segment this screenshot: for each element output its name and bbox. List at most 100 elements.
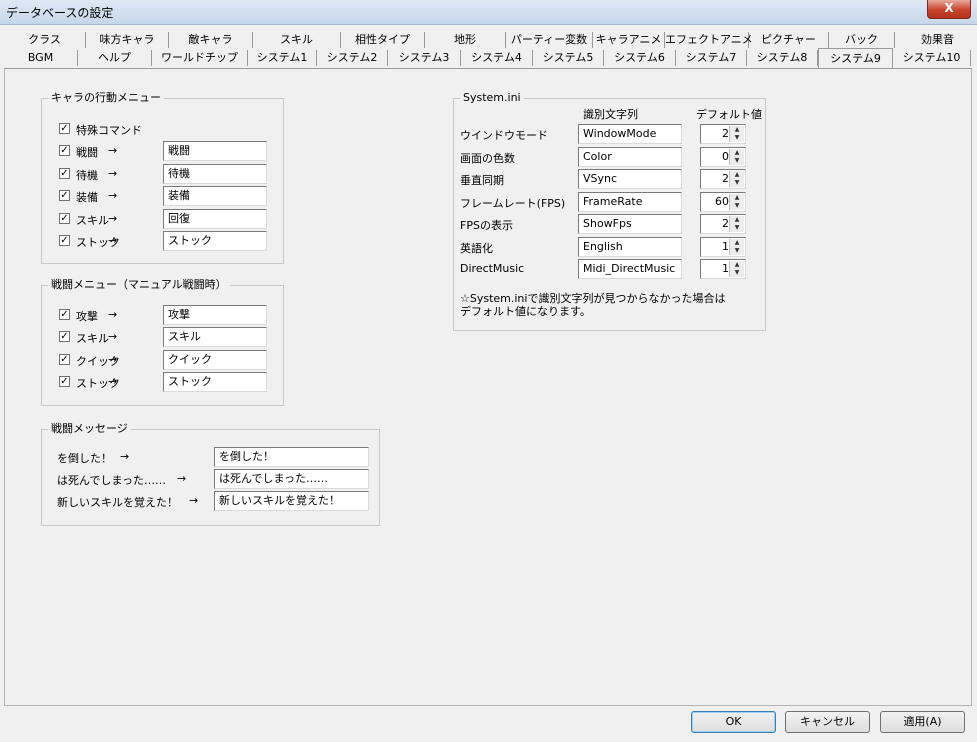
message-label-1: は死んでしまった…… [57,474,167,487]
tab-row2-7[interactable]: システム5 [533,50,604,66]
battle_menu-checkbox-3[interactable]: ✓ [59,375,70,387]
battle_menu-label-1: スキル [76,332,109,346]
tab-row1-4[interactable]: 相性タイプ [341,32,425,48]
tab-row1-2[interactable]: 敵キャラ [169,32,253,48]
system-ini-note-line2: デフォルト値になります。 [460,305,591,318]
spin-down-icon[interactable]: ▼ [730,224,744,232]
ini-default-value-2: 2 [722,172,729,185]
tab-row2-3[interactable]: システム1 [248,50,317,66]
ini-default-spinner-1[interactable]: 0 ▲ ▼ [700,146,746,167]
action_menu-checkbox-3[interactable]: ✓ [59,190,70,202]
ini-id-input-4[interactable]: ShowFps [578,214,682,234]
spin-down-icon[interactable]: ▼ [730,179,744,187]
action-menu-title: キャラの行動メニュー [48,91,164,105]
ini-label-5: 英語化 [460,241,493,255]
ini-id-input-6[interactable]: Midi_DirectMusic [578,259,682,279]
spin-down-icon[interactable]: ▼ [730,134,744,142]
battle_menu-checkbox-0[interactable]: ✓ [59,309,70,320]
spin-up-icon[interactable]: ▲ [730,193,744,202]
tab-row2-12[interactable]: システム10 [893,50,971,66]
ini-default-spinner-5[interactable]: 1 ▲ ▼ [700,236,746,257]
ini-label-6: DirectMusic [460,262,525,275]
spin-up-icon[interactable]: ▲ [730,261,744,269]
tab-row2-8[interactable]: システム6 [604,50,676,66]
ini-id-input-2[interactable]: VSync [578,169,682,189]
spin-down-icon[interactable]: ▼ [730,201,744,210]
action_menu-input-4[interactable]: 回復 [163,208,267,229]
message-input-0[interactable]: を倒した！ [214,447,369,467]
action_menu-input-2[interactable]: 待機 [163,163,267,184]
spin-down-icon[interactable]: ▼ [730,156,744,165]
action_menu-input-1[interactable]: 戦闘 [163,141,267,162]
tab-row1-10[interactable]: バック [829,32,895,48]
tab-row1-8[interactable]: エフェクトアニメ [665,32,753,48]
tab-row-1: クラス 味方キャラ 敵キャラ スキル 相性タイプ 地形 パーティー変数 キャラアニメ エフェクト… [0,32,977,49]
spinner-arrows: ▲ ▼ [729,238,744,255]
ini-default-spinner-2[interactable]: 2 ▲ ▼ [700,169,746,189]
battle_menu-input-1[interactable]: スキル [163,327,267,348]
tab-row2-6[interactable]: システム4 [461,50,533,66]
close-button[interactable]: X [927,0,971,19]
action_menu-arrow-4: → [108,211,118,225]
spin-up-icon[interactable]: ▲ [730,148,744,157]
ini-id-input-5[interactable]: English [578,236,682,257]
action_menu-label-3: 装備 [76,191,98,205]
tab-row1-11[interactable]: 効果音 [895,32,977,48]
message-arrow-1: → [177,472,187,485]
action_menu-checkbox-0[interactable]: ✓ [59,123,70,134]
tab-row2-11[interactable]: システム9 [818,48,893,68]
message-arrow-2: → [189,494,199,507]
tab-row2-9[interactable]: システム7 [676,50,747,66]
action_menu-checkbox-1[interactable]: ✓ [59,145,70,157]
tab-row2-2[interactable]: ワールドチップ [152,50,248,66]
ini-default-spinner-0[interactable]: 2 ▲ ▼ [700,124,746,144]
spin-up-icon[interactable]: ▲ [730,126,744,134]
spinner-arrows: ▲ ▼ [729,126,744,142]
battle_menu-checkbox-2[interactable]: ✓ [59,353,70,365]
tab-row1-3[interactable]: スキル [253,32,341,48]
action_menu-checkbox-2[interactable]: ✓ [59,167,70,179]
spin-down-icon[interactable]: ▼ [730,246,744,255]
spin-down-icon[interactable]: ▼ [730,269,744,277]
ini-default-spinner-6[interactable]: 1 ▲ ▼ [700,259,746,279]
battle_menu-checkbox-1[interactable]: ✓ [59,331,70,343]
tab-row1-1[interactable]: 味方キャラ [86,32,169,48]
tab-row1-5[interactable]: 地形 [425,32,506,48]
battle_menu-input-3[interactable]: ストック [163,371,267,392]
ini-default-value-4: 2 [722,217,729,230]
action_menu-arrow-1: → [108,144,118,158]
action_menu-checkbox-4[interactable]: ✓ [59,212,70,224]
tab-row2-10[interactable]: システム8 [747,50,818,66]
cancel-button[interactable]: キャンセル [785,711,870,733]
action_menu-input-5[interactable]: ストック [163,231,267,251]
battle_menu-input-0[interactable]: 攻撃 [163,305,267,325]
tab-row2-4[interactable]: システム2 [317,50,388,66]
ini-id-input-3[interactable]: FrameRate [578,191,682,212]
ini-id-input-1[interactable]: Color [578,146,682,167]
battle_menu-input-2[interactable]: クイック [163,349,267,370]
battle-messages-title: 戦闘メッセージ [48,422,131,436]
apply-button[interactable]: 適用(A) [880,711,965,733]
tab-row1-7[interactable]: キャラアニメ [593,32,665,48]
ok-button[interactable]: OK [691,711,776,733]
action_menu-checkbox-5[interactable]: ✓ [59,235,70,246]
spin-up-icon[interactable]: ▲ [730,171,744,179]
tab-row2-1[interactable]: ヘルプ [78,50,152,66]
ini-default-spinner-3[interactable]: 60 ▲ ▼ [700,191,746,212]
battle_menu-arrow-1: → [108,330,118,344]
tab-row2-0[interactable]: BGM [4,50,78,66]
spinner-arrows: ▲ ▼ [729,148,744,165]
message-input-2[interactable]: 新しいスキルを覚えた！ [214,491,369,511]
spinner-arrows: ▲ ▼ [729,171,744,187]
ini-id-input-0[interactable]: WindowMode [578,124,682,144]
spin-up-icon[interactable]: ▲ [730,238,744,247]
ini-default-spinner-4[interactable]: 2 ▲ ▼ [700,214,746,234]
action_menu-input-3[interactable]: 装備 [163,186,267,207]
spin-up-icon[interactable]: ▲ [730,216,744,224]
tab-row1-9[interactable]: ピクチャー [749,32,829,48]
tab-row2-5[interactable]: システム3 [388,50,461,66]
tab-row1-6[interactable]: パーティー変数 [506,32,593,48]
tab-row1-0[interactable]: クラス [4,32,86,48]
message-input-1[interactable]: は死んでしまった…… [214,469,369,489]
window-title: データベースの設定 [6,6,114,20]
